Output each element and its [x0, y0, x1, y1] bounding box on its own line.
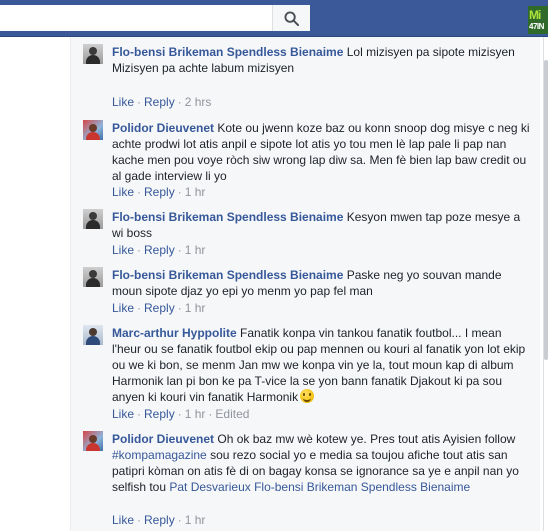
like-link[interactable]: Like	[112, 301, 134, 315]
like-link[interactable]: Like	[112, 243, 134, 257]
comment-author-link[interactable]: Polidor Dieuvenet	[112, 121, 214, 135]
hashtag-link[interactable]: #kompamagazine	[112, 448, 207, 462]
comment-body: Marc-arthur Hyppolite Fanatik konpa vin …	[112, 325, 532, 405]
avatar[interactable]	[83, 431, 103, 451]
search-icon	[284, 10, 299, 26]
comment-body: Polidor Dieuvenet Oh ok baz mw wè kotew …	[112, 431, 532, 495]
like-link[interactable]: Like	[112, 407, 134, 421]
top-navigation-bar: Mi 47IN	[0, 0, 548, 37]
comment-body: Flo-bensi Brikeman Spendless Bienaime Lo…	[112, 44, 532, 76]
comment-actions: Like · Reply · 1 hr · Edited	[112, 407, 250, 421]
smiley-face-icon	[300, 389, 315, 403]
avatar[interactable]	[83, 44, 103, 64]
reply-link[interactable]: Reply	[144, 513, 175, 527]
like-link[interactable]: Like	[112, 185, 134, 199]
avatar[interactable]	[83, 267, 103, 287]
comment-body: Polidor Dieuvenet Kote ou jwenn koze baz…	[112, 120, 532, 184]
reply-link[interactable]: Reply	[144, 243, 175, 257]
comment-timestamp[interactable]: 1 hr	[185, 513, 206, 527]
comment-author-link[interactable]: Flo-bensi Brikeman Spendless Bienaime	[112, 268, 343, 282]
scrollbar-thumb[interactable]	[544, 60, 548, 360]
comment-body: Flo-bensi Brikeman Spendless Bienaime Pa…	[112, 267, 532, 299]
comment-actions: Like · Reply · 1 hr	[112, 513, 206, 527]
comment-timestamp[interactable]: 1 hr	[185, 301, 206, 315]
avatar[interactable]	[83, 325, 103, 345]
comment-timestamp[interactable]: 1 hr	[185, 407, 206, 421]
reply-link[interactable]: Reply	[144, 185, 175, 199]
comment-actions: Like · Reply · 1 hr	[112, 243, 206, 257]
comment-author-link[interactable]: Polidor Dieuvenet	[112, 432, 214, 446]
comment-timestamp[interactable]: 2 hrs	[185, 95, 212, 109]
comment-author-link[interactable]: Flo-bensi Brikeman Spendless Bienaime	[112, 210, 343, 224]
like-link[interactable]: Like	[112, 95, 134, 109]
reply-link[interactable]: Reply	[144, 301, 175, 315]
mention-links[interactable]: Pat Desvarieux Flo-bensi Brikeman Spendl…	[169, 480, 470, 494]
avatar[interactable]	[83, 209, 103, 229]
comment-timestamp[interactable]: 1 hr	[185, 243, 206, 257]
search-button[interactable]	[272, 5, 310, 31]
comment-body: Flo-bensi Brikeman Spendless Bienaime Ke…	[112, 209, 532, 241]
reply-link[interactable]: Reply	[144, 407, 175, 421]
comment-timestamp[interactable]: 1 hr	[185, 185, 206, 199]
corner-badge-top-text: Mi	[529, 8, 541, 22]
comment-actions: Like · Reply · 1 hr	[112, 301, 206, 315]
corner-badge-bottom-text: 47IN	[529, 22, 544, 31]
comment-author-link[interactable]: Flo-bensi Brikeman Spendless Bienaime	[112, 45, 343, 59]
corner-logo-badge[interactable]: Mi 47IN	[528, 6, 548, 34]
search-input[interactable]	[0, 5, 310, 31]
comment-actions: Like · Reply · 1 hr	[112, 185, 206, 199]
avatar[interactable]	[83, 120, 103, 140]
reply-link[interactable]: Reply	[144, 95, 175, 109]
like-link[interactable]: Like	[112, 513, 134, 527]
comment-actions: Like · Reply · 2 hrs	[112, 95, 212, 109]
edited-label[interactable]: Edited	[215, 407, 249, 421]
comment-text-before: Oh ok baz mw wè kotew ye. Pres tout atis…	[217, 432, 516, 446]
comment-author-link[interactable]: Marc-arthur Hyppolite	[112, 326, 237, 340]
